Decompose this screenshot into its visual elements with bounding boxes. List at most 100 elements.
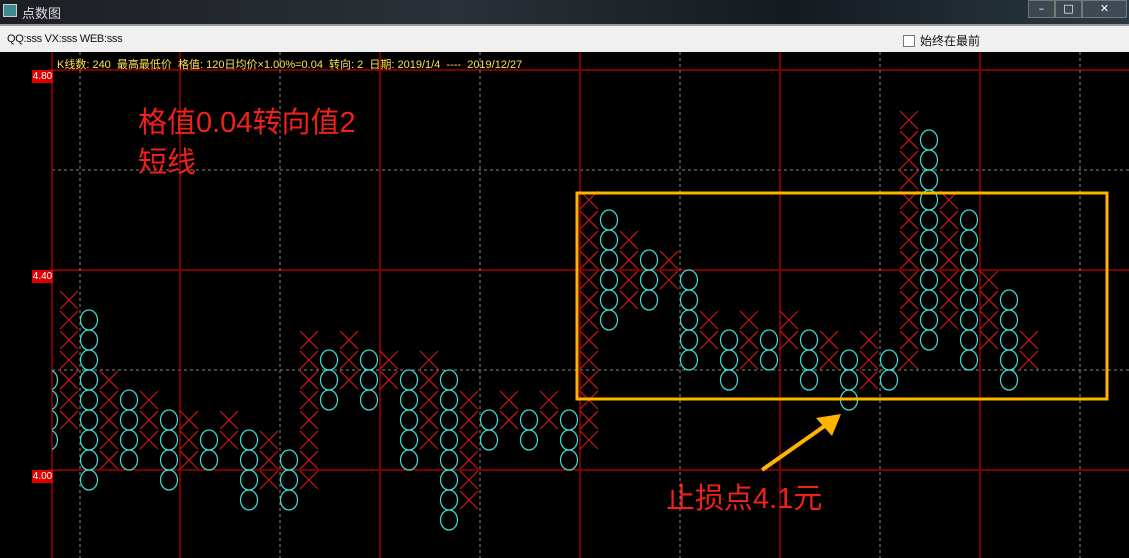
o-mark — [719, 369, 739, 391]
x-mark — [939, 270, 959, 290]
o-mark — [199, 429, 219, 451]
o-mark — [799, 369, 819, 391]
arrow-head-icon — [816, 414, 841, 436]
o-mark — [239, 489, 259, 511]
x-mark — [579, 250, 599, 270]
x-mark — [819, 330, 839, 350]
o-mark — [399, 389, 419, 411]
o-mark — [839, 369, 859, 391]
annotation-box-settings: 格值0.04转向值2 — [138, 107, 356, 139]
o-mark — [239, 469, 259, 491]
o-mark — [959, 309, 979, 331]
o-mark — [959, 249, 979, 271]
y-tick-label: 4.00 — [32, 470, 53, 483]
o-mark — [959, 269, 979, 291]
o-mark — [159, 449, 179, 471]
o-mark — [52, 369, 59, 391]
x-mark — [779, 330, 799, 350]
x-mark — [59, 370, 79, 390]
o-mark — [999, 289, 1019, 311]
o-mark — [959, 349, 979, 371]
o-mark — [439, 409, 459, 431]
o-mark — [759, 329, 779, 351]
o-mark — [599, 209, 619, 231]
x-mark — [619, 270, 639, 290]
x-mark — [739, 330, 759, 350]
maximize-button[interactable]: □ — [1055, 0, 1082, 18]
o-mark — [79, 449, 99, 471]
always-on-top-label[interactable]: 始终在最前 — [920, 32, 980, 49]
o-mark — [79, 329, 99, 351]
x-mark — [379, 370, 399, 390]
always-on-top-checkbox[interactable] — [903, 35, 915, 47]
o-mark — [919, 309, 939, 331]
o-mark — [439, 449, 459, 471]
o-mark — [479, 429, 499, 451]
chart-info-line: K线数: 240 最高最低价 格值: 120日均价×1.00%=0.04 转向:… — [57, 59, 523, 71]
x-mark — [179, 410, 199, 430]
x-mark — [739, 310, 759, 330]
o-mark — [999, 369, 1019, 391]
x-mark — [899, 110, 919, 130]
x-mark — [339, 330, 359, 350]
o-mark — [919, 249, 939, 271]
annotation-stop-loss: 止损点4.1元 — [666, 483, 823, 515]
o-mark — [879, 369, 899, 391]
x-mark — [99, 430, 119, 450]
x-mark — [139, 390, 159, 410]
o-mark — [119, 449, 139, 471]
o-mark — [679, 289, 699, 311]
x-mark — [659, 270, 679, 290]
x-mark — [899, 230, 919, 250]
x-mark — [899, 350, 919, 370]
x-mark — [899, 150, 919, 170]
x-mark — [939, 210, 959, 230]
o-mark — [399, 409, 419, 431]
x-mark — [299, 430, 319, 450]
x-mark — [579, 290, 599, 310]
x-mark — [59, 290, 79, 310]
y-tick-label: 4.40 — [32, 270, 53, 283]
o-mark — [79, 309, 99, 331]
x-mark — [459, 430, 479, 450]
o-mark — [559, 429, 579, 451]
close-button[interactable]: ✕ — [1082, 0, 1127, 18]
o-mark — [79, 349, 99, 371]
minimize-button[interactable]: – — [1028, 0, 1055, 18]
o-mark — [239, 429, 259, 451]
o-mark — [919, 269, 939, 291]
o-mark — [439, 509, 459, 531]
o-mark — [919, 169, 939, 191]
o-mark — [79, 469, 99, 491]
o-mark — [319, 369, 339, 391]
x-mark — [979, 270, 999, 290]
x-mark — [179, 430, 199, 450]
o-mark — [959, 209, 979, 231]
x-mark — [899, 290, 919, 310]
x-mark — [259, 470, 279, 490]
x-mark — [939, 230, 959, 250]
x-mark — [779, 310, 799, 330]
o-mark — [599, 289, 619, 311]
o-mark — [919, 289, 939, 311]
o-mark — [52, 409, 59, 431]
x-mark — [59, 350, 79, 370]
x-mark — [939, 310, 959, 330]
x-mark — [299, 350, 319, 370]
o-mark — [679, 309, 699, 331]
o-mark — [679, 269, 699, 291]
o-mark — [239, 449, 259, 471]
x-mark — [699, 310, 719, 330]
x-mark — [99, 390, 119, 410]
o-mark — [639, 289, 659, 311]
x-mark — [579, 350, 599, 370]
x-mark — [219, 430, 239, 450]
x-mark — [939, 290, 959, 310]
app-icon — [3, 4, 17, 17]
o-mark — [279, 469, 299, 491]
o-mark — [79, 369, 99, 391]
x-mark — [419, 390, 439, 410]
o-mark — [159, 409, 179, 431]
o-mark — [319, 389, 339, 411]
o-mark — [439, 369, 459, 391]
